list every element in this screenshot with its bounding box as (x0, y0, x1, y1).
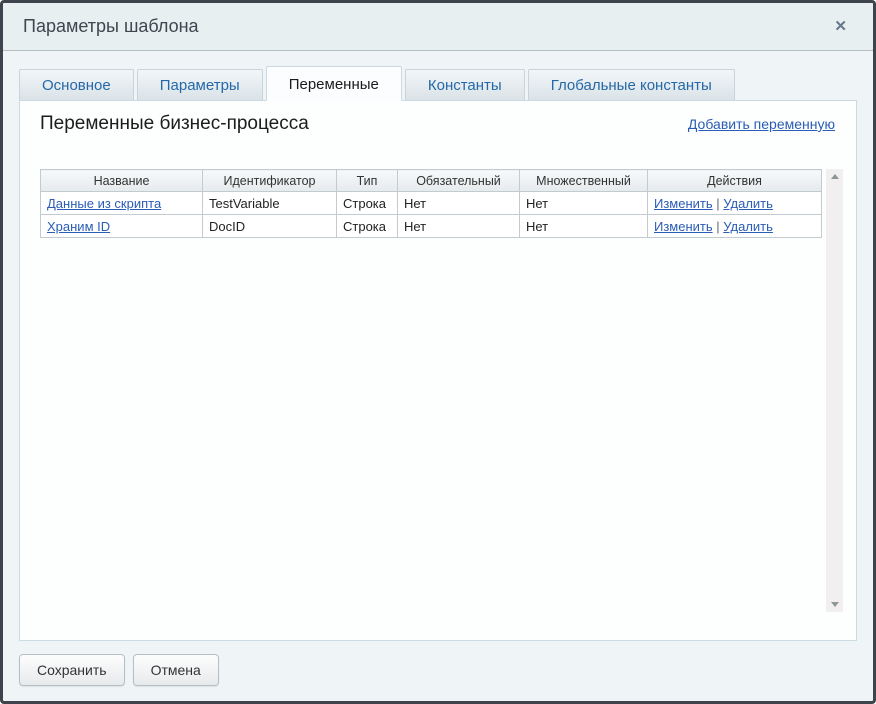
dialog-content: Основное Параметры Переменные Константы … (3, 66, 873, 641)
delete-link[interactable]: Удалить (723, 219, 773, 234)
col-header-name: Название (41, 170, 203, 192)
dialog-footer: Сохранить Отмена (3, 654, 873, 686)
vertical-scrollbar[interactable] (826, 169, 843, 612)
panel-header: Переменные бизнес-процесса Добавить пере… (40, 113, 835, 135)
scroll-down-icon[interactable] (831, 602, 839, 607)
save-button[interactable]: Сохранить (19, 654, 125, 686)
col-header-required: Обязательный (398, 170, 520, 192)
tab-main[interactable]: Основное (19, 69, 134, 100)
variable-identifier: DocID (203, 215, 337, 238)
table-scroll-area: Название Идентификатор Тип Обязательный … (40, 169, 843, 612)
variable-name-link[interactable]: Храним ID (47, 219, 110, 234)
variable-type: Строка (337, 192, 398, 215)
table-row: Храним ID DocID Строка Нет Нет Изменить … (41, 215, 822, 238)
template-parameters-dialog: Параметры шаблона ✕ Основное Параметры П… (0, 0, 876, 704)
scroll-up-icon[interactable] (831, 174, 839, 179)
edit-link[interactable]: Изменить (654, 196, 713, 211)
panel-title: Переменные бизнес-процесса (40, 113, 309, 135)
table-header-row: Название Идентификатор Тип Обязательный … (41, 170, 822, 192)
variables-panel: Переменные бизнес-процесса Добавить пере… (19, 100, 857, 641)
cancel-button[interactable]: Отмена (133, 654, 219, 686)
variable-name-link[interactable]: Данные из скрипта (47, 196, 161, 211)
variable-multiple: Нет (520, 192, 648, 215)
tab-parameters[interactable]: Параметры (137, 69, 263, 100)
col-header-type: Тип (337, 170, 398, 192)
col-header-actions: Действия (648, 170, 822, 192)
tab-constants[interactable]: Константы (405, 69, 525, 100)
table-row: Данные из скрипта TestVariable Строка Не… (41, 192, 822, 215)
variable-multiple: Нет (520, 215, 648, 238)
tab-global-constants[interactable]: Глобальные константы (528, 69, 735, 100)
action-separator: | (716, 196, 719, 211)
close-icon[interactable]: ✕ (830, 15, 851, 38)
col-header-identifier: Идентификатор (203, 170, 337, 192)
add-variable-link[interactable]: Добавить переменную (688, 116, 835, 132)
tab-bar: Основное Параметры Переменные Константы … (19, 66, 857, 100)
variable-required: Нет (398, 192, 520, 215)
edit-link[interactable]: Изменить (654, 219, 713, 234)
dialog-titlebar: Параметры шаблона ✕ (3, 3, 873, 51)
variables-table: Название Идентификатор Тип Обязательный … (40, 169, 822, 238)
dialog-title: Параметры шаблона (23, 16, 199, 37)
tab-variables[interactable]: Переменные (266, 66, 402, 101)
variable-type: Строка (337, 215, 398, 238)
delete-link[interactable]: Удалить (723, 196, 773, 211)
action-separator: | (716, 219, 719, 234)
col-header-multiple: Множественный (520, 170, 648, 192)
variable-identifier: TestVariable (203, 192, 337, 215)
variable-required: Нет (398, 215, 520, 238)
